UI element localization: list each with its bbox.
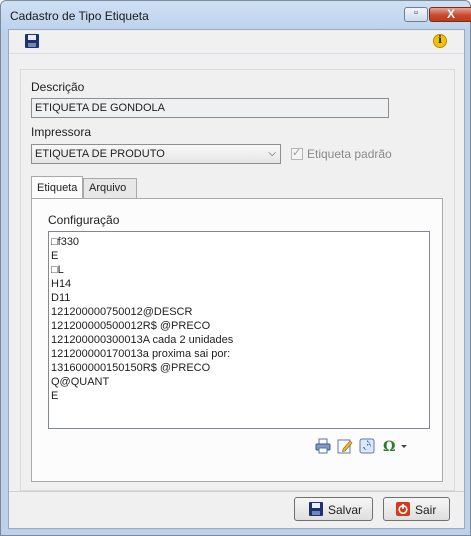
impressora-label: Impressora <box>31 125 92 139</box>
save-icon <box>309 502 323 516</box>
etiqueta-padrao-checkbox[interactable] <box>291 146 303 160</box>
tab-content-etiqueta: Configuração □f330 E □L H14 D11 12120000… <box>31 198 443 482</box>
close-icon: X <box>446 7 455 21</box>
config-line: □L <box>51 264 64 276</box>
config-line: 121200000300013A cada 2 unidades <box>51 334 234 346</box>
config-line: H14 <box>51 278 72 290</box>
minimize-button[interactable]: ▫ <box>404 7 428 22</box>
impressora-select[interactable]: ETIQUETA DE PRODUTO ⌵ <box>31 144 281 164</box>
etiqueta-padrao-label: Etiqueta padrão <box>307 147 392 161</box>
form-panel: Descrição ETIQUETA DE GONDOLA Impressora… <box>20 69 455 491</box>
exit-icon <box>396 502 410 516</box>
configuracao-textarea[interactable]: □f330 E □L H14 D11 121200000750012@DESCR… <box>48 231 430 429</box>
close-button[interactable]: X <box>429 7 471 22</box>
sair-label: Sair <box>415 503 437 517</box>
save-icon[interactable] <box>25 34 39 48</box>
config-line: □f330 <box>51 236 80 248</box>
descricao-label: Descrição <box>31 80 85 94</box>
salvar-button[interactable]: Salvar <box>294 497 373 521</box>
config-line: D11 <box>51 292 71 304</box>
edit-icon[interactable] <box>337 438 353 454</box>
config-line: Q@QUANT <box>51 376 110 388</box>
descricao-field[interactable]: ETIQUETA DE GONDOLA <box>31 98 389 118</box>
toolbar-divider <box>9 53 464 54</box>
configuracao-label: Configuração <box>48 213 120 227</box>
config-line: E <box>51 390 59 402</box>
tab-arquivo[interactable]: Arquivo <box>83 178 137 198</box>
salvar-label: Salvar <box>328 503 363 517</box>
svg-text:Ω: Ω <box>383 439 395 454</box>
sair-button[interactable]: Sair <box>383 497 450 521</box>
title-bar[interactable]: Cadastro de Tipo Etiqueta ▫ X <box>1 1 471 29</box>
printer-icon[interactable] <box>315 438 331 454</box>
info-icon[interactable]: i <box>433 34 447 48</box>
tab-etiqueta[interactable]: Etiqueta <box>31 176 83 198</box>
impressora-selected-value: ETIQUETA DE PRODUTO <box>35 148 165 160</box>
window-title: Cadastro de Tipo Etiqueta <box>10 9 149 23</box>
client-area: i Descrição ETIQUETA DE GONDOLA Impresso… <box>8 29 465 529</box>
omega-symbol-icon[interactable]: Ω <box>382 438 398 454</box>
config-line: E <box>51 250 59 262</box>
dropdown-arrow-icon[interactable] <box>400 438 408 454</box>
config-line: 121200000500012R$ @PRECO <box>51 320 211 332</box>
config-line: 121200000750012@DESCR <box>51 306 193 318</box>
window: Cadastro de Tipo Etiqueta ▫ X i Descriçã… <box>0 0 471 536</box>
config-line: 121200000170013a proxima sai por: <box>51 348 231 360</box>
minimize-icon: ▫ <box>414 7 418 19</box>
config-line: 131600000150150R$ @PRECO <box>51 362 211 374</box>
chevron-down-icon: ⌵ <box>268 148 276 159</box>
footer-divider <box>9 491 464 492</box>
refresh-icon[interactable] <box>359 438 375 454</box>
